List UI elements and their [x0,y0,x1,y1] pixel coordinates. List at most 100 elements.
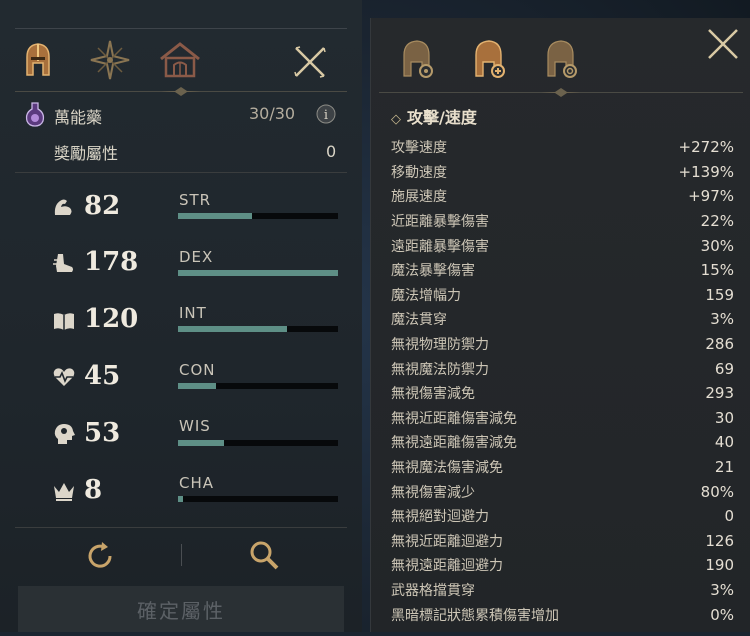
attribute-row: 無視傷害減免 293 [391,381,734,406]
attributes-panel: ◇ 攻擊/速度 攻擊速度 +272% 移動速度 +139% 施展速度 +97% 近距離暴擊傷害… [370,18,750,632]
attribute-label: 無視遠距離傷害減免 [391,435,517,452]
str-value: 82 [84,191,121,221]
attribute-value: 40 [714,433,734,452]
int-label: INT [179,304,207,322]
attribute-row: 魔法增幅力 159 [391,283,734,308]
attribute-label: 無視絕對迴避力 [391,509,489,526]
head-icon [54,424,75,444]
attribute-row: 遠距離暴擊傷害 30% [391,233,734,258]
close-icon[interactable] [292,44,328,80]
helmet-target-tab-icon[interactable] [543,38,579,80]
wis-bar [178,440,338,446]
attribute-row: 黑暗標記狀態累積傷害增加 0% [391,602,734,627]
attribute-label: 移動速度 [391,164,447,181]
wis-label: WIS [179,417,211,435]
helmet-plus-tab-icon[interactable] [471,38,507,80]
attribute-label: 無視近距離迴避力 [391,533,503,550]
attribute-row: 無視物理防禦力 286 [391,332,734,357]
potion-count: 30/30 [249,104,296,123]
attribute-value: 126 [705,531,734,550]
attribute-label: 魔法暴擊傷害 [391,263,475,280]
attribute-label: 無視傷害減免 [391,386,475,403]
attribute-row: 無視遠距離迴避力 190 [391,553,734,578]
attribute-value: 159 [705,285,734,304]
con-bar [178,383,338,389]
svg-text:i: i [324,108,328,123]
attribute-label: 無視物理防禦力 [391,337,489,354]
attribute-row: 魔法貫穿 3% [391,307,734,332]
attribute-value: 0 [724,507,734,526]
section-title-label: 攻擊/速度 [407,108,477,127]
attribute-label: 無視魔法傷害減免 [391,460,503,477]
con-value: 45 [84,361,121,391]
stats-panel: 萬能藥 30/30 i 獎勵屬性 0 82 STR 178 DEX 120 IN… [0,0,362,632]
potion-name: 萬能藥 [54,108,103,127]
crown-icon [54,483,74,501]
section-title[interactable]: ◇ 攻擊/速度 [391,104,477,128]
info-icon[interactable]: i [316,104,336,124]
book-icon [54,313,74,330]
confirm-stats-button[interactable]: 確定屬性 [18,586,344,632]
wis-value: 53 [84,418,121,448]
compass-star-tab-icon[interactable] [88,38,132,82]
str-label: STR [179,191,212,209]
dex-label: DEX [179,248,214,266]
potion-icon [25,102,45,127]
tab-icon-row [0,38,362,86]
attribute-value: 80% [700,482,734,501]
attribute-row: 攻擊速度 +272% [391,135,734,160]
cha-bar-fill [178,496,183,502]
header-divider [15,87,347,96]
attribute-value: +272% [678,138,734,157]
bonus-value: 0 [326,142,337,161]
attribute-label: 武器格擋貫穿 [391,582,475,599]
reset-icon[interactable] [82,538,118,574]
attribute-value: 22% [700,212,734,231]
str-bar [178,213,338,219]
attribute-row: 無視近距離迴避力 126 [391,529,734,554]
attribute-label: 無視傷害減少 [391,484,475,501]
boot-icon [53,254,73,272]
attribute-value: 293 [705,384,734,403]
button-divider [181,544,182,566]
house-tab-icon[interactable] [158,38,202,82]
bottom-divider [15,527,347,528]
attribute-row: 近距離暴擊傷害 22% [391,209,734,234]
stats-divider [15,172,347,173]
diamond-icon: ◇ [391,112,401,127]
attribute-row: 無視遠距離傷害減免 40 [391,430,734,455]
dex-bar [178,270,338,276]
attribute-label: 無視魔法防禦力 [391,361,489,378]
helmet-gear-tab-icon[interactable] [399,38,435,80]
attribute-value: 190 [705,556,734,575]
str-bar-fill [178,213,252,219]
attribute-row: 武器格擋貫穿 3% [391,578,734,603]
attribute-tab-row [371,29,750,86]
attribute-value: 30% [700,236,734,255]
wis-bar-fill [178,440,225,446]
attribute-label: 魔法增幅力 [391,287,461,304]
attribute-label: 魔法貫穿 [391,312,447,329]
attribute-label: 近距離暴擊傷害 [391,214,489,231]
attribute-label: 無視遠距離迴避力 [391,558,503,575]
attribute-value: 30 [714,408,734,427]
dex-bar-fill [178,270,338,276]
attribute-label: 無視近距離傷害減免 [391,410,517,427]
int-bar [178,326,338,332]
attribute-label: 黑暗標記狀態累積傷害增加 [391,607,559,624]
helmet-tab-icon[interactable] [16,38,60,82]
cha-bar [178,496,338,502]
attribute-label: 遠距離暴擊傷害 [391,238,489,255]
attribute-value: 69 [714,359,734,378]
attribute-value: 286 [705,335,734,354]
attribute-row: 無視絕對迴避力 0 [391,504,734,529]
cha-label: CHA [179,474,215,492]
attribute-value: 3% [710,310,734,329]
attribute-row: 施展速度 +97% [391,184,734,209]
magnifier-icon[interactable] [246,537,282,573]
int-bar-fill [178,326,287,332]
attribute-row: 移動速度 +139% [391,160,734,185]
attribute-row: 無視魔法傷害減免 21 [391,455,734,480]
close-icon[interactable] [705,26,741,62]
attribute-label: 施展速度 [391,189,447,206]
